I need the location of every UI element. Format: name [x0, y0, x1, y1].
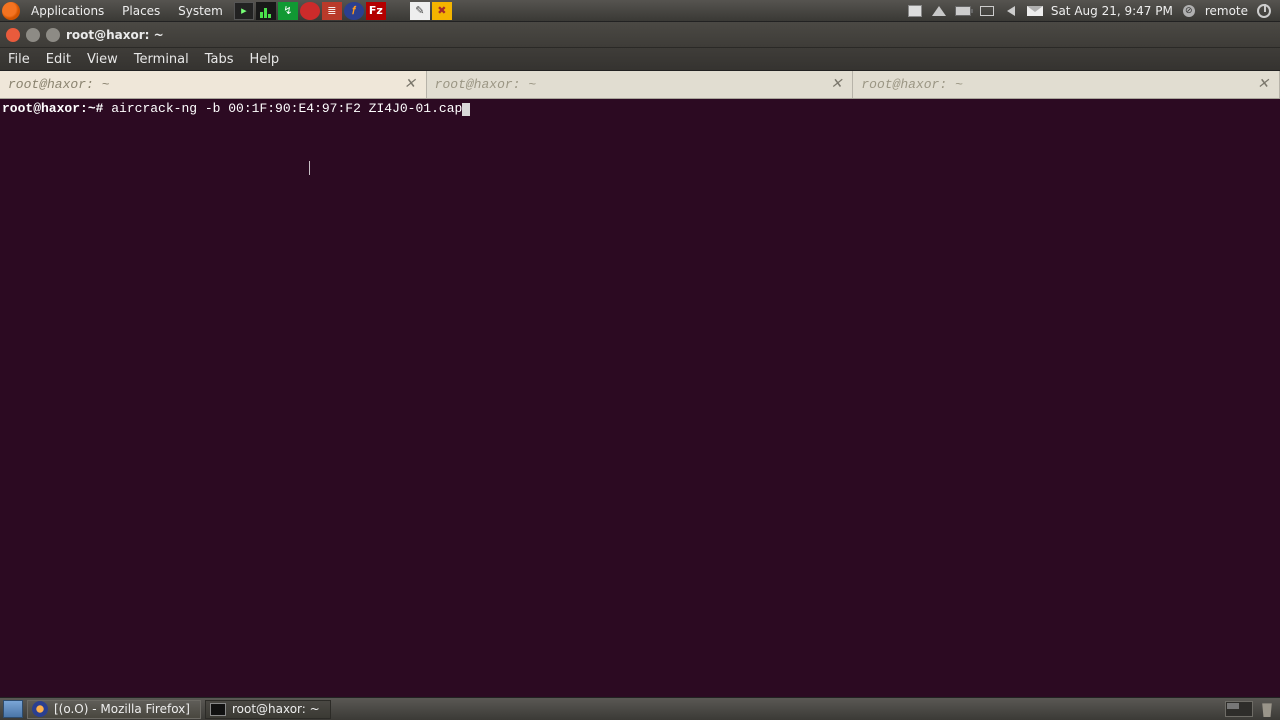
system-top-panel: Applications Places System ▸ ↯ ≣ 𝑓 Fz ✎ … [0, 0, 1280, 22]
user-indicator[interactable]: remote [1205, 4, 1248, 18]
terminal-tab-3[interactable]: root@haxor: ~ ✕ [853, 71, 1280, 98]
window-maximize-button[interactable] [46, 28, 60, 42]
tab-label: root@haxor: ~ [435, 77, 536, 92]
battery-icon[interactable] [955, 4, 971, 18]
tab-close-icon[interactable]: ✕ [829, 76, 845, 93]
tab-label: root@haxor: ~ [8, 77, 109, 92]
window-title: root@haxor: ~ [66, 28, 164, 42]
terminal-tab-2[interactable]: root@haxor: ~ ✕ [427, 71, 854, 98]
taskbar-item-terminal[interactable]: root@haxor: ~ [205, 700, 331, 719]
menu-view[interactable]: View [79, 52, 126, 67]
menu-places[interactable]: Places [115, 4, 167, 18]
display-switch-icon[interactable] [979, 4, 995, 18]
taskbar-item-label: [(o.O) - Mozilla Firefox] [54, 702, 190, 716]
terminal-icon [210, 703, 226, 716]
prompt-host: root@haxor [2, 101, 80, 116]
power-icon[interactable] [1256, 4, 1272, 18]
terminal-tabstrip: root@haxor: ~ ✕ root@haxor: ~ ✕ root@hax… [0, 71, 1280, 99]
system-menu-group: Applications Places System [24, 4, 230, 18]
text-cursor [462, 103, 470, 116]
terminal-tab-1[interactable]: root@haxor: ~ ✕ [0, 71, 427, 98]
volume-icon[interactable] [1003, 4, 1019, 18]
tab-close-icon[interactable]: ✕ [402, 76, 418, 93]
command-text: aircrack-ng -b 00:1F:90:E4:97:F2 ZI4J0-0… [111, 101, 462, 116]
menu-file[interactable]: File [0, 52, 38, 67]
terminal-launcher-icon[interactable]: ▸ [234, 2, 254, 20]
ubuntu-logo-icon[interactable] [2, 2, 20, 20]
window-close-button[interactable] [6, 28, 20, 42]
menu-help[interactable]: Help [242, 52, 288, 67]
mouse-ibeam-cursor [309, 161, 310, 175]
record-launcher-icon[interactable] [300, 2, 320, 20]
show-desktop-button[interactable] [3, 700, 23, 718]
system-tray: Sat Aug 21, 9:47 PM ⊘ remote [907, 4, 1278, 18]
menu-edit[interactable]: Edit [38, 52, 79, 67]
editor-launcher-icon[interactable]: ✎ [410, 2, 430, 20]
firefox-launcher-icon[interactable]: 𝑓 [344, 2, 364, 20]
filezilla-launcher-icon[interactable]: Fz [366, 2, 386, 20]
tray-display-icon[interactable] [907, 4, 923, 18]
launcher-gap [388, 2, 408, 20]
quick-launchers: ▸ ↯ ≣ 𝑓 Fz ✎ ✖ [234, 2, 452, 20]
taskbar-item-firefox[interactable]: [(o.O) - Mozilla Firefox] [27, 700, 201, 719]
clock-label[interactable]: Sat Aug 21, 9:47 PM [1051, 4, 1173, 18]
window-minimize-button[interactable] [26, 28, 40, 42]
workspace-switcher[interactable] [1225, 701, 1253, 717]
taskbar-item-label: root@haxor: ~ [232, 702, 320, 716]
system-monitor-launcher-icon[interactable] [256, 2, 276, 20]
trash-icon[interactable] [1259, 701, 1275, 717]
firefox-icon [32, 701, 48, 717]
block-icon[interactable]: ⊘ [1181, 4, 1197, 18]
system-bottom-panel: [(o.O) - Mozilla Firefox] root@haxor: ~ [0, 697, 1280, 720]
terminal-line: root@haxor:~# aircrack-ng -b 00:1F:90:E4… [2, 101, 1278, 116]
settings-launcher-icon[interactable]: ✖ [432, 2, 452, 20]
wifi-icon[interactable] [931, 4, 947, 18]
window-titlebar[interactable]: root@haxor: ~ [0, 22, 1280, 48]
menu-tabs[interactable]: Tabs [197, 52, 242, 67]
tab-label: root@haxor: ~ [861, 77, 962, 92]
menu-applications[interactable]: Applications [24, 4, 111, 18]
network-launcher-icon[interactable]: ↯ [278, 2, 298, 20]
mail-icon[interactable] [1027, 4, 1043, 18]
menu-system[interactable]: System [171, 4, 230, 18]
prompt-separator: :~# [80, 101, 103, 116]
terminal-menubar: File Edit View Terminal Tabs Help [0, 48, 1280, 71]
terminal-viewport[interactable]: root@haxor:~# aircrack-ng -b 00:1F:90:E4… [0, 99, 1280, 697]
menu-terminal[interactable]: Terminal [126, 52, 197, 67]
tool-launcher-icon[interactable]: ≣ [322, 2, 342, 20]
tab-close-icon[interactable]: ✕ [1255, 76, 1271, 93]
